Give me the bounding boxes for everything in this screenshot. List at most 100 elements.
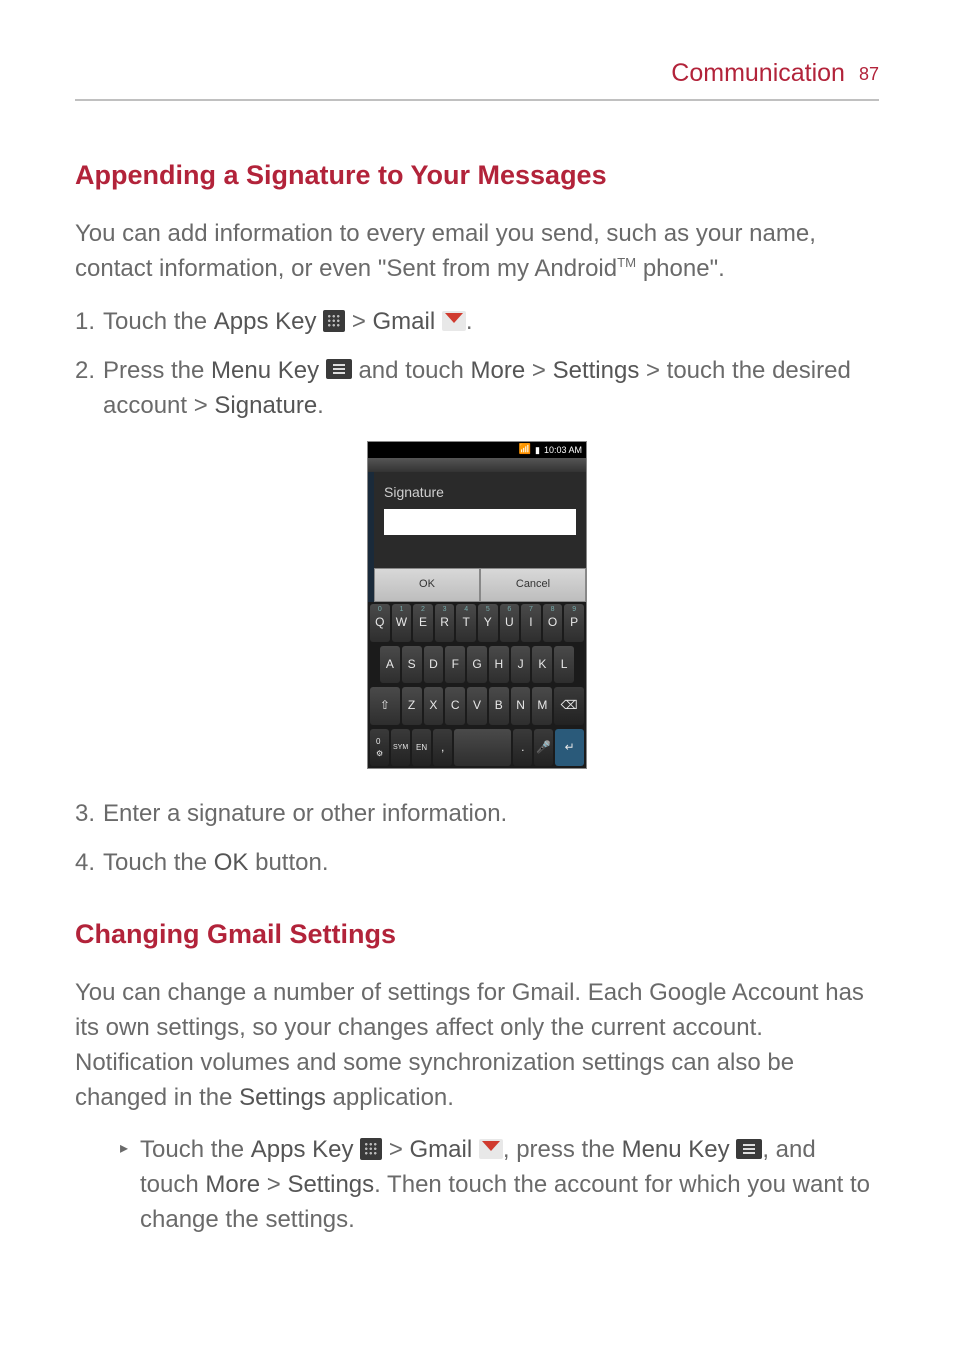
step2-text-e: . [317, 392, 324, 419]
key-lang[interactable]: EN [412, 729, 431, 767]
key-numbers[interactable]: 0⚙ [370, 729, 389, 767]
phone-screen: 📶 ▮ 10:03 AM Signature OK Cancel 0Q 1W 2… [367, 441, 587, 769]
key-period[interactable]: . [513, 729, 532, 767]
key-w[interactable]: 1W [392, 604, 412, 642]
gmail-icon [442, 311, 466, 331]
key-sym[interactable]: SYM [391, 729, 410, 767]
key-comma[interactable]: , [433, 729, 452, 767]
bullet-more: More [205, 1171, 260, 1198]
signature-dialog-label: Signature [374, 472, 586, 508]
signature-input[interactable] [384, 509, 576, 535]
bullet-text-e: > [260, 1171, 287, 1198]
bullet-body: Touch the Apps Key > Gmail , press the M… [140, 1133, 879, 1237]
step-1: 1. Touch the Apps Key > Gmail . [75, 305, 879, 340]
step-3: 3. Enter a signature or other informatio… [75, 797, 879, 832]
kb-row-2: A S D F G H J K L [368, 644, 586, 686]
step1-text-a: Touch the [103, 308, 214, 335]
key-shift[interactable]: ⇧ [370, 687, 400, 725]
bullet-gmail: Gmail [410, 1136, 473, 1163]
key-a[interactable]: A [380, 646, 400, 684]
dialog-buttons: OK Cancel [374, 568, 586, 602]
section2-intro-a: You can change a number of settings for … [75, 979, 864, 1110]
bullet-item: ▸ Touch the Apps Key > Gmail , press the… [75, 1133, 879, 1237]
settings-label: Settings [553, 357, 640, 384]
section2-intro-b: application. [326, 1084, 454, 1111]
key-q[interactable]: 0Q [370, 604, 390, 642]
step1-text-b: > [345, 308, 372, 335]
kb-row-3: ⇧ Z X C V B N M ⌫ [368, 685, 586, 727]
keyboard: 0Q 1W 2E 3R 4T 5Y 6U 7I 8O 9P A S D F G [368, 602, 586, 768]
menu-key-icon [326, 359, 352, 379]
step2-text-b: and touch [352, 357, 471, 384]
header-title: Communication [671, 55, 845, 91]
apps-key-icon [323, 310, 345, 332]
section1-intro: You can add information to every email y… [75, 217, 879, 287]
gmail-icon [479, 1139, 503, 1159]
key-n[interactable]: N [511, 687, 531, 725]
key-x[interactable]: X [424, 687, 444, 725]
key-j[interactable]: J [511, 646, 531, 684]
key-l[interactable]: L [554, 646, 574, 684]
step4-body: Touch the OK button. [103, 846, 879, 881]
menu-key-label: Menu Key [211, 357, 319, 384]
kb-row-1: 0Q 1W 2E 3R 4T 5Y 6U 7I 8O 9P [368, 602, 586, 644]
key-f[interactable]: F [445, 646, 465, 684]
battery-icon: ▮ [535, 444, 540, 457]
key-k[interactable]: K [532, 646, 552, 684]
header-page-number: 87 [859, 61, 879, 87]
key-space[interactable] [454, 729, 511, 767]
bullet-menu-key: Menu Key [622, 1136, 730, 1163]
step4-text-b: button. [248, 849, 328, 876]
section2-intro: You can change a number of settings for … [75, 976, 879, 1115]
key-d[interactable]: D [424, 646, 444, 684]
key-p[interactable]: 9P [564, 604, 584, 642]
ok-button[interactable]: OK [374, 568, 480, 602]
bullet-text-b: > [382, 1136, 409, 1163]
step2-text-a: Press the [103, 357, 211, 384]
signal-icon: 📶 [519, 443, 531, 458]
key-e[interactable]: 2E [413, 604, 433, 642]
key-o[interactable]: 8O [543, 604, 563, 642]
gmail-label: Gmail [373, 308, 436, 335]
menu-key-icon [736, 1139, 762, 1159]
key-i[interactable]: 7I [521, 604, 541, 642]
kb-row-4: 0⚙ SYM EN , . 🎤 ↵ [368, 727, 586, 769]
step3-body: Enter a signature or other information. [103, 797, 879, 832]
cancel-button[interactable]: Cancel [480, 568, 586, 602]
key-u[interactable]: 6U [500, 604, 520, 642]
bullet-text-c: , press the [503, 1136, 622, 1163]
status-bar: 📶 ▮ 10:03 AM [368, 442, 586, 458]
key-mic[interactable]: 🎤 [534, 729, 553, 767]
key-b[interactable]: B [489, 687, 509, 725]
status-time: 10:03 AM [544, 444, 582, 457]
key-c[interactable]: C [445, 687, 465, 725]
settings-app-label: Settings [239, 1084, 326, 1111]
key-h[interactable]: H [489, 646, 509, 684]
section-changing-gmail-settings: Changing Gmail Settings You can change a… [75, 915, 879, 1238]
key-v[interactable]: V [467, 687, 487, 725]
apps-key-icon [360, 1138, 382, 1160]
phone-screenshot: 📶 ▮ 10:03 AM Signature OK Cancel 0Q 1W 2… [75, 441, 879, 769]
key-enter[interactable]: ↵ [555, 729, 584, 767]
key-z[interactable]: Z [402, 687, 422, 725]
key-y[interactable]: 5Y [478, 604, 498, 642]
section2-title: Changing Gmail Settings [75, 915, 879, 954]
apps-key-label: Apps Key [214, 308, 317, 335]
bullet-apps-key: Apps Key [251, 1136, 354, 1163]
key-r[interactable]: 3R [435, 604, 455, 642]
key-g[interactable]: G [467, 646, 487, 684]
key-s[interactable]: S [402, 646, 422, 684]
section-appending-signature: Appending a Signature to Your Messages Y… [75, 156, 879, 881]
step2-text-c: > [525, 357, 552, 384]
step2-number: 2. [75, 354, 103, 424]
key-m[interactable]: M [532, 687, 552, 725]
key-t[interactable]: 4T [456, 604, 476, 642]
key-backspace[interactable]: ⌫ [554, 687, 584, 725]
step3-number: 3. [75, 797, 103, 832]
step-2: 2. Press the Menu Key and touch More > S… [75, 354, 879, 424]
step1-body: Touch the Apps Key > Gmail . [103, 305, 879, 340]
ok-label: OK [214, 849, 249, 876]
step2-body: Press the Menu Key and touch More > Sett… [103, 354, 879, 424]
more-label: More [471, 357, 526, 384]
intro-text-b: phone". [636, 255, 725, 282]
